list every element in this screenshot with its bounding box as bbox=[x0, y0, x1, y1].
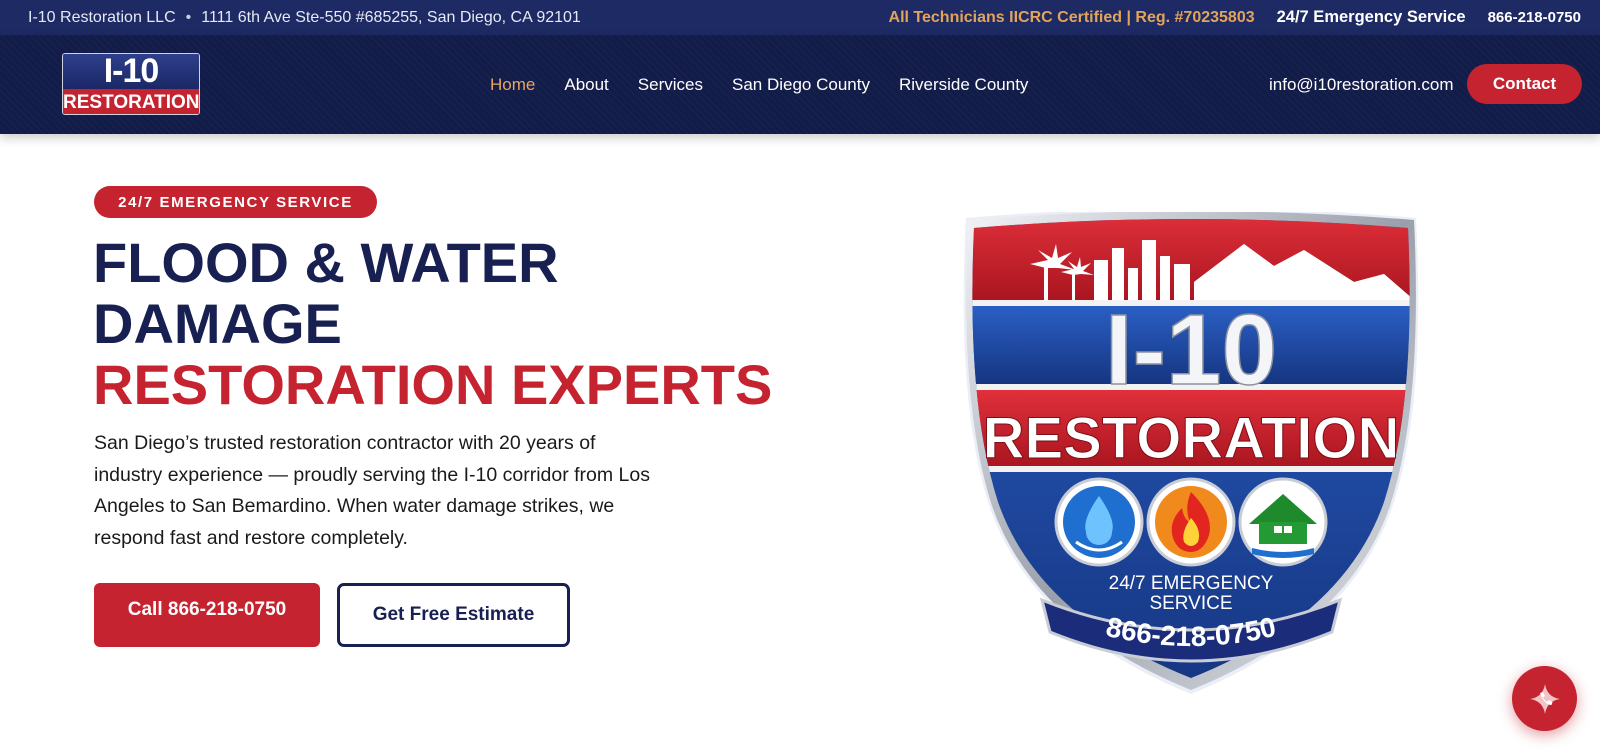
house-icon bbox=[1238, 477, 1328, 567]
shield-service-line-1: 24/7 EMERGENCY bbox=[1109, 573, 1274, 594]
floating-call-button[interactable] bbox=[1512, 666, 1577, 731]
nav-item-san-diego-county[interactable]: San Diego County bbox=[732, 75, 870, 95]
hero-title-line-3: RESTORATION EXPERTS bbox=[93, 353, 773, 416]
nav-item-home[interactable]: Home bbox=[490, 75, 535, 95]
company-name: I-10 Restoration LLC bbox=[28, 8, 176, 26]
main-navigation: I-10 RESTORATION Home About Services San… bbox=[0, 35, 1600, 134]
topbar-right: All Technicians IICRC Certified | Reg. #… bbox=[889, 8, 1581, 27]
restoration-shield-logo: I-10 RESTORATION 24/7 EMERGENCY SERVICE … bbox=[963, 212, 1419, 694]
logo-bottom-text: RESTORATION bbox=[63, 89, 199, 114]
shield-title: I-10 bbox=[1105, 294, 1277, 406]
call-button[interactable]: Call 866-218-0750 bbox=[94, 583, 320, 647]
logo-top-text: I-10 bbox=[63, 54, 199, 89]
shield-subtitle: RESTORATION bbox=[983, 406, 1400, 471]
phone-sparkle-icon bbox=[1529, 683, 1560, 714]
hero-title: FLOOD & WATER DAMAGE RESTORATION EXPERTS bbox=[93, 232, 772, 415]
top-info-bar: I-10 Restoration LLC • 1111 6th Ave Ste-… bbox=[0, 0, 1600, 35]
hero-title-line-1: FLOOD & WATER bbox=[93, 231, 559, 294]
topbar-phone-link[interactable]: 866-218-0750 bbox=[1488, 9, 1581, 26]
contact-button[interactable]: Contact bbox=[1467, 64, 1582, 104]
fire-icon bbox=[1146, 477, 1236, 567]
separator-dot: • bbox=[185, 8, 192, 26]
nav-item-riverside-county[interactable]: Riverside County bbox=[899, 75, 1028, 95]
emergency-badge: 24/7 EMERGENCY SERVICE bbox=[94, 186, 377, 218]
nav-item-services[interactable]: Services bbox=[638, 75, 703, 95]
company-address: 1111 6th Ave Ste-550 #685255, San Diego,… bbox=[201, 8, 581, 26]
hero-description: San Diego’s trusted restoration contract… bbox=[94, 432, 650, 549]
nav-menu: Home About Services San Diego County Riv… bbox=[490, 35, 1028, 134]
emergency-text: 24/7 Emergency Service bbox=[1276, 8, 1466, 26]
email-link[interactable]: info@i10restoration.com bbox=[1269, 35, 1454, 134]
shield-service-line-2: SERVICE bbox=[1149, 593, 1232, 614]
site-logo[interactable]: I-10 RESTORATION bbox=[62, 53, 200, 115]
hero-title-line-2: DAMAGE bbox=[93, 292, 342, 355]
company-info: I-10 Restoration LLC • 1111 6th Ave Ste-… bbox=[28, 9, 581, 27]
water-drop-icon bbox=[1054, 477, 1144, 567]
free-estimate-button[interactable]: Get Free Estimate bbox=[337, 583, 570, 647]
certification-text: All Technicians IICRC Certified | Reg. #… bbox=[888, 8, 1255, 26]
nav-item-about[interactable]: About bbox=[564, 75, 608, 95]
